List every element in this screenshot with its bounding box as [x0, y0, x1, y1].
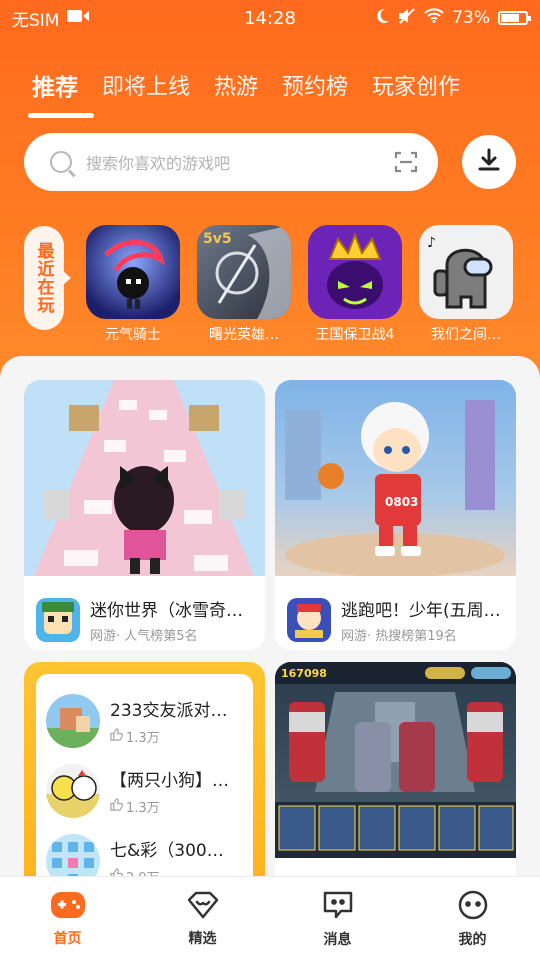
nav-messages[interactable]: 消息 — [270, 877, 405, 960]
game-icon-among-us: ♪ — [419, 225, 513, 319]
gamepad-icon — [50, 890, 86, 924]
search-input[interactable]: 搜索你喜欢的游戏吧 — [86, 150, 394, 174]
heart-diamond-icon — [186, 890, 220, 924]
like-count: 2.9万 — [126, 867, 160, 876]
battery-icon — [498, 11, 531, 25]
thumbs-up-icon — [110, 868, 123, 876]
face-icon — [456, 889, 490, 925]
status-time: 14:28 — [244, 7, 296, 29]
list-item[interactable]: 233交友派对… 1.3万 — [46, 686, 243, 756]
ugc-thumbnail — [46, 694, 100, 748]
tab-reservation-chart[interactable]: 预约榜 — [270, 69, 360, 101]
carrier-text: 无SIM — [12, 10, 60, 31]
tab-hot[interactable]: 热游 — [202, 69, 270, 101]
game-screenshot: 0803 — [275, 380, 516, 576]
status-bar: 无SIM 14:28 73% — [0, 0, 540, 36]
recent-game-name: 王国保卫战4 — [315, 327, 395, 343]
like-count: 1.3万 — [126, 731, 160, 746]
active-tab-indicator — [28, 113, 94, 118]
thumbs-up-icon — [110, 798, 123, 815]
game-icon-dawn-hero: 5v5 — [197, 225, 291, 319]
ugc-list-card[interactable]: 233交友派对… 1.3万 【两只小狗】… 1.3万 七&彩（300… — [24, 662, 265, 876]
recent-game-name: 曙光英雄… — [209, 327, 279, 343]
search-bar[interactable]: 搜索你喜欢的游戏吧 — [24, 133, 438, 191]
svg-text:0803: 0803 — [385, 495, 418, 509]
tab-recommend[interactable]: 推荐 — [20, 68, 90, 102]
tab-player-creation[interactable]: 玩家创作 — [360, 69, 472, 101]
content-feed: 迷你世界（冰雪奇… 网游· 人气榜第5名 0803 逃跑吧！少年(五周… 网游·… — [0, 356, 540, 876]
game-screenshot: 167098 — [275, 662, 516, 858]
game-card[interactable]: 迷你世界（冰雪奇… 网游· 人气榜第5名 — [24, 380, 265, 650]
game-screenshot — [24, 380, 265, 576]
category-tabs: 推荐 即将上线 热游 预约榜 玩家创作 — [0, 60, 540, 110]
recent-game-item[interactable]: ♪ 我们之间… — [419, 225, 513, 344]
battle-score: 167098 — [281, 667, 327, 680]
list-item[interactable]: 七&彩（300… 2.9万 — [46, 826, 243, 876]
svg-text:5v5: 5v5 — [203, 231, 232, 247]
nav-profile[interactable]: 我的 — [405, 877, 540, 960]
tab-upcoming[interactable]: 即将上线 — [90, 69, 202, 101]
game-title: 逃跑吧！少年(五周… — [341, 601, 501, 621]
game-icon-run-boy — [287, 598, 331, 642]
download-button[interactable] — [462, 135, 516, 189]
ugc-thumbnail — [46, 834, 100, 876]
like-count: 1.3万 — [126, 801, 160, 816]
wifi-icon — [424, 8, 444, 28]
ugc-title: 七&彩（300… — [110, 841, 224, 861]
thumbs-up-icon — [110, 728, 123, 745]
nav-featured[interactable]: 精选 — [135, 877, 270, 960]
ugc-title: 【两只小狗】… — [110, 771, 229, 791]
game-title: 迷你世界（冰雪奇… — [90, 601, 243, 621]
message-icon — [321, 889, 355, 925]
search-icon — [50, 151, 72, 173]
svg-text:♪: ♪ — [427, 235, 436, 251]
recent-game-item[interactable]: 5v5 曙光英雄… — [197, 225, 291, 344]
recent-game-name: 元气骑士 — [105, 327, 161, 343]
ugc-title: 233交友派对… — [110, 701, 228, 721]
nav-profile-label: 我的 — [458, 931, 487, 948]
game-card[interactable]: 167098 — [275, 662, 516, 876]
game-icon-mini-world — [36, 598, 80, 642]
nav-home-label: 首页 — [53, 930, 82, 947]
nav-messages-label: 消息 — [323, 931, 352, 948]
game-icon-kingdom-rush — [308, 225, 402, 319]
mute-icon — [398, 7, 416, 29]
recent-played-label: 最近在玩 — [24, 226, 71, 330]
nav-featured-label: 精选 — [188, 930, 217, 947]
recent-game-item[interactable]: 元气骑士 — [86, 225, 180, 344]
scan-icon[interactable] — [394, 150, 418, 174]
ugc-thumbnail — [46, 764, 100, 818]
game-card[interactable]: 0803 逃跑吧！少年(五周… 网游· 热搜榜第19名 — [275, 380, 516, 650]
game-icon-soul-knight — [86, 225, 180, 319]
list-item[interactable]: 【两只小狗】… 1.3万 — [46, 756, 243, 826]
bottom-navigation: 首页 精选 消息 我的 — [0, 876, 540, 960]
game-subtitle: 网游· 人气榜第5名 — [90, 629, 198, 644]
moon-icon — [374, 8, 390, 29]
download-icon — [476, 147, 502, 177]
recent-game-name: 我们之间… — [431, 327, 501, 343]
battery-percent: 73% — [452, 8, 490, 28]
recent-game-item[interactable]: 王国保卫战4 — [308, 225, 402, 344]
nav-home[interactable]: 首页 — [0, 877, 135, 960]
game-subtitle: 网游· 热搜榜第19名 — [341, 629, 457, 644]
video-icon — [67, 8, 90, 28]
